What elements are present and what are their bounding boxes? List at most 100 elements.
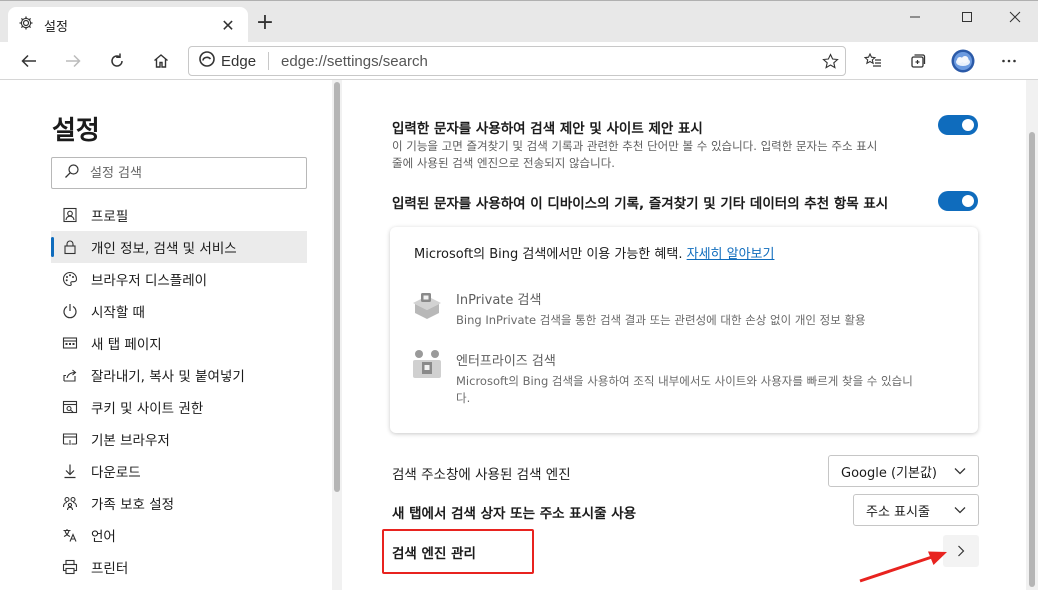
toolbar: Edge edge://settings/search [0,42,1038,80]
chevron-down-icon [944,503,966,518]
sidebar-scroll-thumb[interactable] [334,82,340,492]
bing-benefits-card: Microsoft의 Bing 검색에서만 이용 가능한 혜택. 자세히 알아보… [390,227,978,433]
enterprise-search-desc-line2: 다. [456,391,471,405]
search-engine-value: Google (기본값) [841,465,937,481]
new-tab-search-dropdown[interactable]: 주소 표시줄 [853,494,979,526]
sidebar-item-label: 시작할 때 [91,305,145,321]
sidebar-item-family-safety[interactable]: 가족 보호 설정 [51,487,307,519]
sidebar-item-label: 가족 보호 설정 [91,497,175,513]
refresh-button[interactable] [102,46,132,76]
sidebar-item-label: 잘라내기, 복사 및 붙여넣기 [91,369,245,385]
forward-arrow-icon [66,54,81,68]
history-suggestions-toggle[interactable] [938,191,978,211]
enterprise-search-title: 엔터프라이즈 검색 [456,354,556,369]
search-engine-dropdown[interactable]: Google (기본값) [828,455,979,487]
chevron-down-icon [944,464,966,479]
history-suggestions-title: 입력된 문자를 사용하여 이 디바이스의 기록, 즐겨찾기 및 기타 데이터의 … [392,196,889,212]
sidebar-item-label: 프린터 [91,561,129,577]
sidebar-item-new-tab[interactable]: 새 탭 페이지 [51,327,307,359]
forward-button[interactable] [58,46,88,76]
site-permissions-icon [62,399,78,415]
collections-icon [911,54,926,68]
sidebar-item-cookies-permissions[interactable]: 쿠키 및 사이트 권한 [51,391,307,423]
sidebar-item-appearance[interactable]: 브라우저 디스플레이 [51,263,307,295]
search-icon [64,163,80,183]
bing-headline: Microsoft의 Bing 검색에서만 이용 가능한 혜택. 자세히 알아보… [414,243,774,262]
sidebar-item-downloads[interactable]: 다운로드 [51,455,307,487]
sidebar-item-privacy[interactable]: 개인 정보, 검색 및 서비스 [51,231,307,263]
back-button[interactable] [14,46,44,76]
page-title: 설정 [52,116,100,146]
address-bar-engine-label: 검색 주소창에 사용된 검색 엔진 [392,467,571,483]
sidebar-item-printers[interactable]: 프린터 [51,551,307,583]
sidebar-item-label: 개인 정보, 검색 및 서비스 [91,241,237,257]
gear-icon [18,15,34,35]
share-icon [62,367,78,383]
home-button[interactable] [146,46,176,76]
sidebar-item-label: 새 탭 페이지 [91,337,162,353]
inprivate-search-title: InPrivate 검색 [456,293,542,308]
tab-close-icon[interactable]: ✕ [218,16,238,35]
sidebar-item-profile[interactable]: 프로필 [51,199,307,231]
sidebar-scrollbar[interactable] [332,80,342,590]
url-text[interactable]: edge://settings/search [281,53,815,70]
sidebar-item-label: 쿠키 및 사이트 권한 [91,401,204,417]
settings-main-panel: 입력한 문자를 사용하여 검색 제안 및 사이트 제안 표시 이 기능을 고면 … [342,80,1026,590]
bing-headline-text: Microsoft의 Bing 검색에서만 이용 가능한 혜택. [414,247,683,262]
home-icon [154,54,168,68]
annotation-arrow-icon [859,551,947,583]
back-arrow-icon [21,54,36,68]
main-scroll-thumb[interactable] [1029,132,1035,587]
annotation-highlight-box [382,529,534,574]
new-tab-search-label: 새 탭에서 검색 상자 또는 주소 표시줄 사용 [392,506,637,522]
tab-settings[interactable]: 설정 ✕ [8,7,248,43]
main-scrollbar[interactable] [1026,80,1038,590]
default-browser-icon [62,431,78,447]
learn-more-link[interactable]: 자세히 알아보기 [687,247,775,262]
profile-button[interactable] [948,46,978,76]
refresh-icon [111,53,123,67]
chevron-right-icon [958,545,965,557]
avatar [951,49,975,73]
printer-icon [62,559,78,575]
favorite-star-icon[interactable] [815,52,845,70]
new-tab-button[interactable]: + [252,11,278,37]
settings-search-box[interactable] [51,157,307,189]
minimize-button[interactable] [890,1,940,33]
profile-icon [62,207,78,223]
edge-logo-icon [199,51,215,71]
new-tab-search-value: 주소 표시줄 [866,504,930,520]
search-input[interactable] [90,165,290,181]
sidebar-item-label: 언어 [91,529,116,545]
tab-title: 설정 [44,19,68,35]
tab-strip: 설정 ✕ + [0,0,1038,43]
collections-button[interactable] [903,46,933,76]
sidebar-item-label: 기본 브라우저 [91,433,170,449]
window-close-button[interactable] [990,1,1038,33]
address-bar[interactable]: Edge edge://settings/search [188,46,846,76]
inprivate-search-icon [410,287,444,321]
sidebar-item-languages[interactable]: 언어 [51,519,307,551]
maximize-button[interactable] [942,1,992,33]
enterprise-search-icon [410,348,444,382]
sidebar-item-startup[interactable]: 시작할 때 [51,295,307,327]
site-identity: Edge [221,52,257,70]
sidebar-item-label: 브라우저 디스플레이 [91,273,208,289]
search-suggestions-title: 입력한 문자를 사용하여 검색 제안 및 사이트 제안 표시 [392,121,703,137]
search-suggestions-desc-line1: 이 기능을 고면 즐겨찾기 및 검색 기록과 관련한 추천 단어만 볼 수 있습… [392,139,878,153]
search-suggestions-toggle[interactable] [938,115,978,135]
favorites-list-icon [864,52,881,67]
inprivate-search-desc: Bing InPrivate 검색을 통한 검색 결과 또는 관련성에 대한 손… [456,313,866,327]
palette-icon [62,271,78,287]
favorites-button[interactable] [858,46,888,76]
sidebar-item-default-browser[interactable]: 기본 브라우저 [51,423,307,455]
sidebar-item-label: 프로필 [91,209,129,225]
address-separator [268,52,270,70]
family-icon [62,495,78,511]
lock-icon [62,239,78,255]
sidebar-item-share-copy-paste[interactable]: 잘라내기, 복사 및 붙여넣기 [51,359,307,391]
power-icon [62,303,78,319]
more-menu-button[interactable] [994,46,1024,76]
url-host: edge:// [281,52,327,70]
sidebar-item-label: 다운로드 [91,465,141,481]
